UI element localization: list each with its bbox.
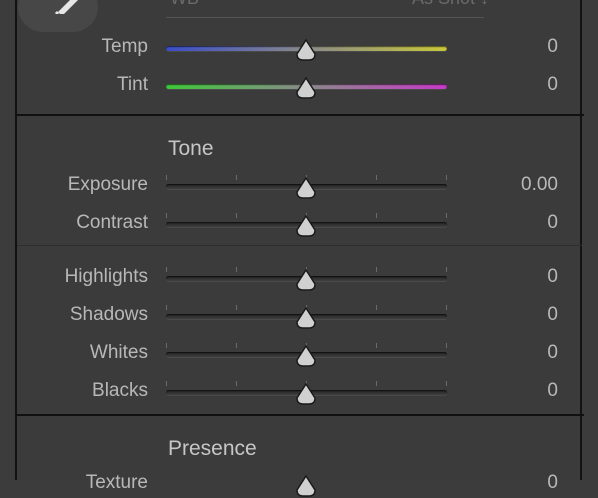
white-balance-selector-button[interactable] <box>18 0 98 32</box>
section-title-presence: Presence <box>168 437 257 460</box>
wb-preset-ghost[interactable]: As Shot ↕ <box>412 0 489 9</box>
slider-row-blacks: Blacks 0 <box>0 378 598 406</box>
slider-value-shadows[interactable]: 0 <box>547 304 558 326</box>
slider-value-blacks[interactable]: 0 <box>547 380 558 402</box>
slider-thumb-shadows[interactable] <box>295 306 317 330</box>
slider-thumb-whites[interactable] <box>295 344 317 368</box>
slider-label-blacks: Blacks <box>92 380 148 401</box>
slider-value-whites[interactable]: 0 <box>547 342 558 364</box>
slider-row-temp: Temp 0 <box>0 34 598 62</box>
wb-preset-underline <box>166 17 484 18</box>
slider-label-whites: Whites <box>89 342 148 363</box>
slider-value-temp[interactable]: 0 <box>547 36 558 58</box>
slider-thumb-tint[interactable] <box>295 76 317 100</box>
slider-thumb-blacks[interactable] <box>295 382 317 406</box>
subsection-divider <box>17 245 582 246</box>
slider-value-tint[interactable]: 0 <box>547 74 558 96</box>
slider-label-tint: Tint <box>117 74 148 95</box>
slider-label-texture: Texture <box>85 472 148 493</box>
slider-thumb-highlights[interactable] <box>295 268 317 292</box>
slider-row-highlights: Highlights 0 <box>0 264 598 292</box>
section-divider <box>15 414 584 416</box>
slider-label-highlights: Highlights <box>64 266 148 287</box>
slider-row-texture: Texture 0 <box>0 470 598 498</box>
slider-thumb-texture[interactable] <box>295 474 317 498</box>
slider-row-tint: Tint 0 <box>0 72 598 100</box>
slider-label-temp: Temp <box>101 36 148 57</box>
slider-row-whites: Whites 0 <box>0 340 598 368</box>
slider-value-contrast[interactable]: 0 <box>547 212 558 234</box>
slider-label-exposure: Exposure <box>67 174 148 195</box>
section-divider <box>15 114 584 116</box>
slider-value-texture[interactable]: 0 <box>547 472 558 494</box>
slider-row-exposure: Exposure 0.00 <box>0 172 598 200</box>
slider-value-exposure[interactable]: 0.00 <box>521 174 558 196</box>
slider-label-contrast: Contrast <box>76 212 148 233</box>
slider-label-shadows: Shadows <box>69 304 148 325</box>
section-title-tone: Tone <box>168 137 214 160</box>
wb-label-ghost: WB <box>170 0 199 9</box>
slider-thumb-contrast[interactable] <box>295 214 317 238</box>
slider-row-contrast: Contrast 0 <box>0 210 598 238</box>
slider-thumb-exposure[interactable] <box>295 176 317 200</box>
eyedropper-icon <box>54 0 78 14</box>
slider-thumb-temp[interactable] <box>295 38 317 62</box>
slider-row-shadows: Shadows 0 <box>0 302 598 330</box>
slider-value-highlights[interactable]: 0 <box>547 266 558 288</box>
